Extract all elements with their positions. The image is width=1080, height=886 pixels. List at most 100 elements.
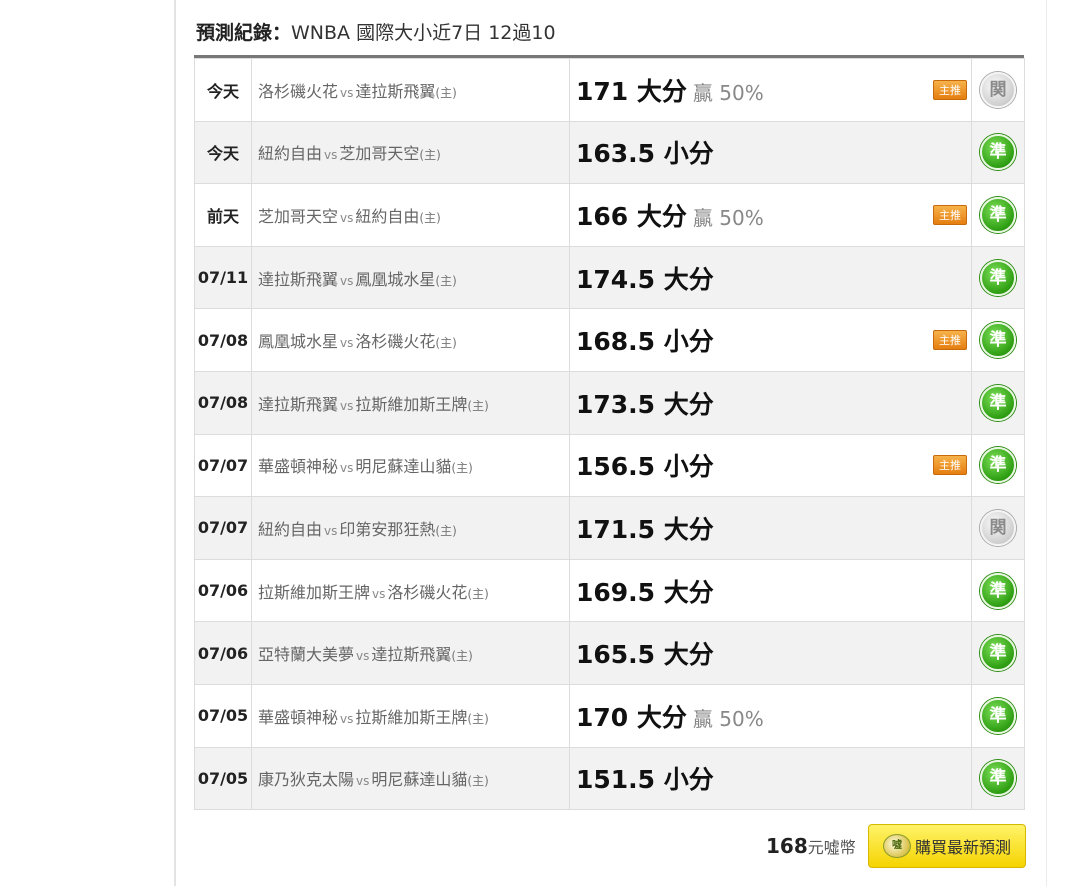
row-date: 07/08 [194,370,252,435]
home-team: 芝加哥天空 [339,144,420,164]
home-team: 拉斯維加斯王牌 [355,394,468,414]
away-team: 達拉斯飛翼 [258,394,339,414]
table-row: 07/08 達拉斯飛翼 vs 拉斯維加斯王牌(主) 173.5 大分準 [194,370,1025,435]
away-team: 拉斯維加斯王牌 [258,582,371,602]
vs-label: vs [324,523,338,538]
row-date: 今天 [194,120,252,185]
win-rate: 贏 50% [692,706,764,731]
vs-label: vs [340,85,354,100]
row-date: 07/08 [194,308,252,372]
vs-label: vs [340,461,354,476]
table-row: 今天 洛杉磯火花 vs 達拉斯飛翼(主) 171 大分贏 50% 主推関 [194,58,1025,122]
win-rate: 贏 50% [692,205,764,230]
home-tag: (主) [435,85,457,100]
home-team: 達拉斯飛翼 [355,81,436,101]
row-pick: 173.5 大分 [569,370,972,435]
result-badge-hit: 準 [980,572,1016,609]
prediction-table-wrap: 今天 洛杉磯火花 vs 達拉斯飛翼(主) 171 大分贏 50% 主推関今天 紐約自由 vs 芝… [194,55,1025,811]
vs-label: vs [340,336,354,351]
home-tag: (主) [435,336,457,351]
table-row: 前天 芝加哥天空 vs 紐約自由(主) 166 大分贏 50% 主推準 [194,183,1025,247]
row-date: 07/06 [194,558,252,623]
home-tag: (主) [435,273,457,288]
home-tag: (主) [467,586,489,601]
buy-button-label: 購買最新預測 [914,838,1011,857]
main-recommend-badge: 主推 [933,79,967,100]
vs-label: vs [340,210,354,225]
row-result: 準 [971,308,1025,372]
vs-label: vs [324,148,338,163]
vs-label: vs [372,586,386,601]
prediction-table: 今天 洛杉磯火花 vs 達拉斯飛翼(主) 171 大分贏 50% 主推関今天 紐約自由 vs 芝… [194,58,1025,811]
price-display: 168元噓幣 [766,832,856,860]
row-result: 準 [971,370,1025,435]
main-recommend-badge: 主推 [933,455,967,476]
row-result: 準 [971,558,1025,623]
home-team: 拉斯維加斯王牌 [355,707,468,727]
home-team: 鳳凰城水星 [355,269,436,289]
table-row: 07/06 拉斯維加斯王牌 vs 洛杉磯火花(主) 169.5 大分準 [194,558,1025,623]
pick-text: 168.5 小分 [576,327,714,357]
home-tag: (主) [419,210,441,225]
home-tag: (主) [419,148,441,163]
row-result: 関 [971,58,1025,122]
pick-text: 169.5 大分 [576,577,714,607]
away-team: 達拉斯飛翼 [258,269,339,289]
pick-text: 166 大分 [576,201,687,231]
home-tag: (主) [467,711,489,726]
result-badge-hit: 準 [980,760,1016,797]
result-badge-hit: 準 [980,322,1016,359]
row-pick: 163.5 小分 [569,120,972,185]
table-row: 07/11 達拉斯飛翼 vs 鳳凰城水星(主) 174.5 大分準 [194,245,1025,310]
price-value: 168 [766,834,808,858]
panel-left-border [174,0,176,886]
row-pick: 168.5 小分 主推 [569,308,972,372]
home-team: 印第安那狂熱 [339,519,436,539]
result-badge-hit: 準 [980,447,1016,484]
row-pick: 174.5 大分 [569,245,972,310]
row-pick: 166 大分贏 50% 主推 [569,183,972,247]
price-unit: 元噓幣 [807,838,856,857]
away-team: 華盛頓神秘 [258,457,339,477]
result-badge-hit: 準 [980,259,1016,296]
row-pick: 165.5 大分 [569,621,972,685]
header-label: 預測紀錄： [196,22,292,44]
home-team: 達拉斯飛翼 [371,645,452,665]
pick-text: 170 大分 [576,702,687,732]
row-result: 準 [971,433,1025,498]
result-badge-hit: 準 [980,635,1016,672]
row-matchup: 達拉斯飛翼 vs 鳳凰城水星(主) [251,245,570,310]
row-result: 関 [971,496,1025,560]
row-pick: 170 大分贏 50% [569,683,972,748]
pick-text: 171.5 大分 [576,514,714,544]
header-text: WNBA 國際大小近7日 12過10 [291,22,556,44]
pick-text: 156.5 小分 [576,452,714,482]
row-date: 今天 [194,58,252,122]
pick-text: 165.5 大分 [576,640,714,670]
row-matchup: 康乃狄克太陽 vs 明尼蘇達山貓(主) [251,746,570,811]
table-row: 07/07 華盛頓神秘 vs 明尼蘇達山貓(主) 156.5 小分 主推準 [194,433,1025,498]
result-badge-hit: 準 [980,196,1016,233]
vs-label: vs [340,711,354,726]
row-matchup: 華盛頓神秘 vs 明尼蘇達山貓(主) [251,433,570,498]
row-result: 準 [971,683,1025,748]
row-matchup: 鳳凰城水星 vs 洛杉磯火花(主) [251,308,570,372]
coin-icon: 噓 [882,834,911,858]
vs-label: vs [356,649,370,664]
row-matchup: 紐約自由 vs 印第安那狂熱(主) [251,496,570,560]
row-date: 07/05 [194,683,252,748]
row-date: 07/07 [194,496,252,560]
buy-latest-prediction-button[interactable]: 噓 購買最新預測 [868,824,1026,868]
pick-text: 173.5 大分 [576,389,714,419]
row-result: 準 [971,120,1025,185]
row-date: 07/05 [194,746,252,811]
home-tag: (主) [435,523,457,538]
away-team: 紐約自由 [258,519,323,539]
row-matchup: 芝加哥天空 vs 紐約自由(主) [251,183,570,247]
row-date: 07/07 [194,433,252,498]
pick-text: 151.5 小分 [576,765,714,795]
row-pick: 171.5 大分 [569,496,972,560]
row-pick: 156.5 小分 主推 [569,433,972,498]
table-row: 07/07 紐約自由 vs 印第安那狂熱(主) 171.5 大分関 [194,496,1025,560]
prediction-record-header: 預測紀錄：WNBA 國際大小近7日 12過10 [196,18,556,48]
